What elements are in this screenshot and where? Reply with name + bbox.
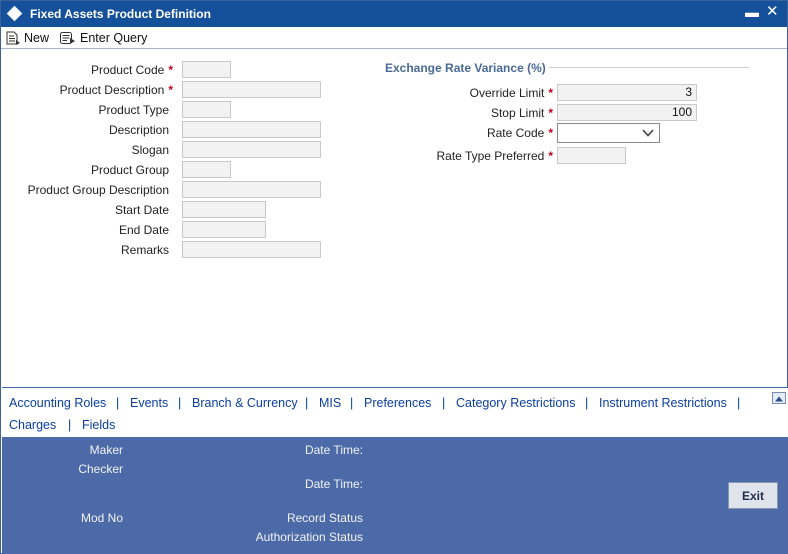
maker-date-time-label: Date Time:: [304, 443, 363, 457]
link-separator: |: [737, 396, 741, 410]
checker-date-time-label: Date Time:: [304, 477, 363, 491]
exchange-rate-section-title: Exchange Rate Variance (%): [385, 61, 546, 75]
start-date-label: Start Date: [114, 203, 169, 217]
triangle-up-icon: [775, 396, 783, 402]
fixed-assets-product-definition-window: Fixed Assets Product Definition ▬ ✕ New …: [0, 0, 788, 554]
mod-no-label: Mod No: [80, 511, 123, 525]
exit-button[interactable]: Exit: [728, 482, 778, 509]
link-separator: |: [442, 396, 446, 410]
slogan-label: Slogan: [131, 143, 169, 157]
app-diamond-icon: [6, 5, 23, 22]
link-separator: |: [68, 418, 72, 432]
link-separator: |: [178, 396, 182, 410]
product-code-input[interactable]: [182, 61, 231, 78]
product-description-label: Product Description *: [59, 83, 173, 97]
description-input[interactable]: [182, 121, 321, 138]
end-date-input[interactable]: [182, 221, 266, 238]
remarks-input[interactable]: [182, 241, 321, 258]
start-date-input[interactable]: [182, 201, 266, 218]
close-icon[interactable]: ✕: [766, 2, 779, 20]
toolbar: New Enter Query: [1, 27, 787, 49]
tab-charges[interactable]: Charges: [9, 418, 56, 432]
tab-category-restrictions[interactable]: Category Restrictions: [456, 396, 576, 410]
rate-code-select[interactable]: [557, 123, 660, 143]
link-separator: |: [585, 396, 589, 410]
tab-preferences[interactable]: Preferences: [364, 396, 431, 410]
minimize-icon[interactable]: ▬: [745, 4, 759, 20]
tab-accounting-roles[interactable]: Accounting Roles: [9, 396, 106, 410]
audit-panel: Maker Date Time: Checker Date Time: Mod …: [2, 437, 788, 554]
enter-query-button[interactable]: Enter Query: [59, 29, 147, 47]
link-separator: |: [350, 396, 354, 410]
checker-label: Checker: [78, 462, 123, 476]
slogan-input[interactable]: [182, 141, 321, 158]
product-description-input[interactable]: [182, 81, 321, 98]
remarks-label: Remarks: [120, 243, 169, 257]
enter-query-label: Enter Query: [80, 31, 148, 45]
enter-query-icon: [60, 32, 75, 44]
override-limit-input[interactable]: 3: [557, 84, 697, 101]
tab-fields[interactable]: Fields: [82, 418, 115, 432]
window-title: Fixed Assets Product Definition: [30, 7, 211, 21]
product-group-label: Product Group: [90, 163, 169, 177]
product-group-input[interactable]: [182, 161, 231, 178]
override-limit-label: Override Limit *: [469, 86, 553, 100]
tab-mis[interactable]: MIS: [319, 396, 341, 410]
sub-screen-links: Accounting Roles | Events | Branch & Cur…: [2, 387, 788, 437]
link-separator: |: [116, 396, 120, 410]
new-button[interactable]: New: [5, 29, 49, 47]
tab-branch-currency[interactable]: Branch & Currency: [192, 396, 298, 410]
maker-label: Maker: [89, 443, 123, 457]
stop-limit-label: Stop Limit *: [490, 106, 553, 120]
chevron-down-icon: [642, 129, 654, 137]
end-date-label: End Date: [118, 223, 169, 237]
product-type-label: Product Type: [98, 103, 170, 117]
authorization-status-label: Authorization Status: [255, 530, 363, 544]
record-status-label: Record Status: [286, 511, 363, 525]
product-group-description-input[interactable]: [182, 181, 321, 198]
product-type-input[interactable]: [182, 101, 231, 118]
new-label: New: [24, 31, 50, 45]
link-separator: |: [305, 396, 309, 410]
description-label: Description: [108, 123, 169, 137]
product-group-description-label: Product Group Description: [27, 183, 169, 197]
product-code-label: Product Code *: [90, 63, 173, 77]
rate-type-preferred-label: Rate Type Preferred *: [436, 149, 553, 163]
rate-type-preferred-input[interactable]: [557, 147, 626, 164]
title-bar: Fixed Assets Product Definition ▬ ✕: [1, 1, 787, 27]
new-document-icon: [6, 31, 20, 45]
scroll-up-button[interactable]: [772, 392, 786, 404]
tab-instrument-restrictions[interactable]: Instrument Restrictions: [599, 396, 727, 410]
rate-code-label: Rate Code *: [486, 126, 553, 140]
stop-limit-input[interactable]: 100: [557, 104, 697, 121]
section-divider: [549, 67, 749, 68]
tab-events[interactable]: Events: [130, 396, 168, 410]
